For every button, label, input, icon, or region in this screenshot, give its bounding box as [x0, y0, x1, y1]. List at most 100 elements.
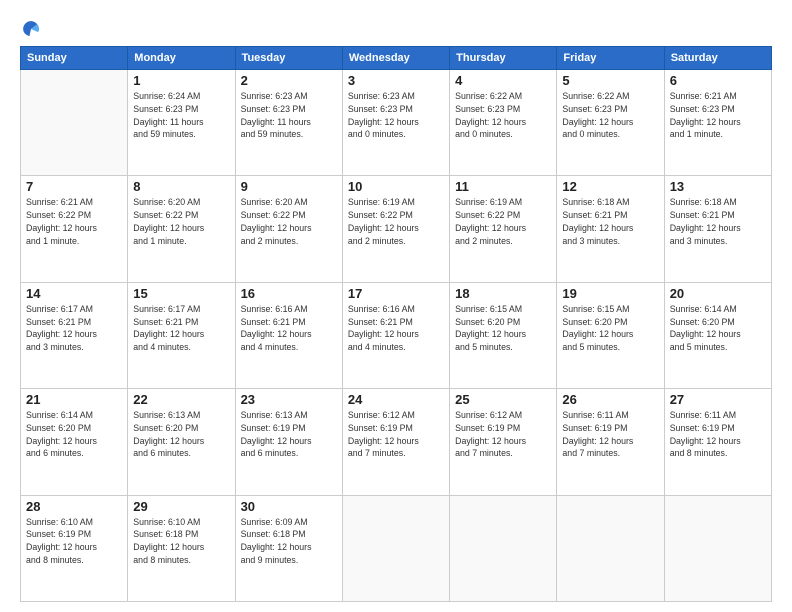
day-header-wednesday: Wednesday — [342, 47, 449, 70]
day-info: Sunrise: 6:22 AM Sunset: 6:23 PM Dayligh… — [562, 90, 658, 141]
day-info: Sunrise: 6:23 AM Sunset: 6:23 PM Dayligh… — [348, 90, 444, 141]
calendar-cell: 2 Sunrise: 6:23 AM Sunset: 6:23 PM Daylig… — [235, 70, 342, 176]
calendar-cell — [342, 495, 449, 601]
calendar-week-row: 1Sunrise: 6:24 AM Sunset: 6:23 PM Daylig… — [21, 70, 772, 176]
calendar-cell — [450, 495, 557, 601]
calendar-cell: 14Sunrise: 6:17 AM Sunset: 6:21 PM Dayli… — [21, 282, 128, 388]
day-header-sunday: Sunday — [21, 47, 128, 70]
calendar-cell: 12Sunrise: 6:18 AM Sunset: 6:21 PM Dayli… — [557, 176, 664, 282]
day-number: 24 — [348, 392, 444, 407]
day-info: Sunrise: 6:12 AM Sunset: 6:19 PM Dayligh… — [348, 409, 444, 460]
day-info: Sunrise: 6:16 AM Sunset: 6:21 PM Dayligh… — [241, 303, 337, 354]
calendar-week-row: 28 Sunrise: 6:10 AM Sunset: 6:19 PM Dayli… — [21, 495, 772, 601]
calendar-cell: 8Sunrise: 6:20 AM Sunset: 6:22 PM Daylig… — [128, 176, 235, 282]
day-number: 19 — [562, 286, 658, 301]
day-info: Sunrise: 6:15 AM Sunset: 6:20 PM Dayligh… — [562, 303, 658, 354]
day-number: 15 — [133, 286, 229, 301]
calendar-cell: 5Sunrise: 6:22 AM Sunset: 6:23 PM Daylig… — [557, 70, 664, 176]
calendar-cell: 18 Sunrise: 6:15 AM Sunset: 6:20 PM Dayli… — [450, 282, 557, 388]
day-info: Sunrise: 6:10 AM Sunset: 6:19 PM Dayligh… — [26, 516, 122, 567]
day-info: Sunrise: 6:19 AM Sunset: 6:22 PM Dayligh… — [455, 196, 551, 247]
day-number: 25 — [455, 392, 551, 407]
day-info: Sunrise: 6:14 AM Sunset: 6:20 PM Dayligh… — [670, 303, 766, 354]
day-info: Sunrise: 6:15 AM Sunset: 6:20 PM Dayligh… — [455, 303, 551, 354]
day-number: 11 — [455, 179, 551, 194]
day-number: 6 — [670, 73, 766, 88]
calendar-cell: 24 Sunrise: 6:12 AM Sunset: 6:19 PM Dayli… — [342, 389, 449, 495]
day-info: Sunrise: 6:16 AM Sunset: 6:21 PM Dayligh… — [348, 303, 444, 354]
calendar: SundayMondayTuesdayWednesdayThursdayFrid… — [20, 46, 772, 602]
calendar-cell: 6 Sunrise: 6:21 AM Sunset: 6:23 PM Daylig… — [664, 70, 771, 176]
calendar-cell: 20 Sunrise: 6:14 AM Sunset: 6:20 PM Dayli… — [664, 282, 771, 388]
calendar-cell: 21 Sunrise: 6:14 AM Sunset: 6:20 PM Dayli… — [21, 389, 128, 495]
day-header-thursday: Thursday — [450, 47, 557, 70]
day-header-friday: Friday — [557, 47, 664, 70]
calendar-cell: 28 Sunrise: 6:10 AM Sunset: 6:19 PM Dayli… — [21, 495, 128, 601]
day-info: Sunrise: 6:21 AM Sunset: 6:22 PM Dayligh… — [26, 196, 122, 247]
page: SundayMondayTuesdayWednesdayThursdayFrid… — [0, 0, 792, 612]
calendar-cell: 3 Sunrise: 6:23 AM Sunset: 6:23 PM Daylig… — [342, 70, 449, 176]
calendar-cell: 30 Sunrise: 6:09 AM Sunset: 6:18 PM Dayli… — [235, 495, 342, 601]
day-info: Sunrise: 6:13 AM Sunset: 6:19 PM Dayligh… — [241, 409, 337, 460]
day-number: 14 — [26, 286, 122, 301]
day-number: 16 — [241, 286, 337, 301]
day-info: Sunrise: 6:18 AM Sunset: 6:21 PM Dayligh… — [670, 196, 766, 247]
calendar-cell: 22 Sunrise: 6:13 AM Sunset: 6:20 PM Dayli… — [128, 389, 235, 495]
day-number: 4 — [455, 73, 551, 88]
day-number: 3 — [348, 73, 444, 88]
calendar-cell: 13 Sunrise: 6:18 AM Sunset: 6:21 PM Dayli… — [664, 176, 771, 282]
day-number: 2 — [241, 73, 337, 88]
calendar-cell: 7 Sunrise: 6:21 AM Sunset: 6:22 PM Daylig… — [21, 176, 128, 282]
day-number: 28 — [26, 499, 122, 514]
day-header-saturday: Saturday — [664, 47, 771, 70]
calendar-cell: 27Sunrise: 6:11 AM Sunset: 6:19 PM Dayli… — [664, 389, 771, 495]
day-number: 20 — [670, 286, 766, 301]
calendar-cell: 19 Sunrise: 6:15 AM Sunset: 6:20 PM Dayli… — [557, 282, 664, 388]
day-info: Sunrise: 6:19 AM Sunset: 6:22 PM Dayligh… — [348, 196, 444, 247]
calendar-cell: 26 Sunrise: 6:11 AM Sunset: 6:19 PM Dayli… — [557, 389, 664, 495]
day-number: 22 — [133, 392, 229, 407]
day-header-tuesday: Tuesday — [235, 47, 342, 70]
day-number: 17 — [348, 286, 444, 301]
day-header-monday: Monday — [128, 47, 235, 70]
day-info: Sunrise: 6:10 AM Sunset: 6:18 PM Dayligh… — [133, 516, 229, 567]
calendar-cell: 17 Sunrise: 6:16 AM Sunset: 6:21 PM Dayli… — [342, 282, 449, 388]
day-number: 7 — [26, 179, 122, 194]
day-number: 13 — [670, 179, 766, 194]
day-info: Sunrise: 6:14 AM Sunset: 6:20 PM Dayligh… — [26, 409, 122, 460]
day-info: Sunrise: 6:21 AM Sunset: 6:23 PM Dayligh… — [670, 90, 766, 141]
day-info: Sunrise: 6:17 AM Sunset: 6:21 PM Dayligh… — [133, 303, 229, 354]
day-number: 30 — [241, 499, 337, 514]
day-info: Sunrise: 6:23 AM Sunset: 6:23 PM Dayligh… — [241, 90, 337, 141]
day-info: Sunrise: 6:12 AM Sunset: 6:19 PM Dayligh… — [455, 409, 551, 460]
calendar-week-row: 7 Sunrise: 6:21 AM Sunset: 6:22 PM Daylig… — [21, 176, 772, 282]
day-info: Sunrise: 6:11 AM Sunset: 6:19 PM Dayligh… — [562, 409, 658, 460]
calendar-cell — [664, 495, 771, 601]
day-number: 18 — [455, 286, 551, 301]
day-info: Sunrise: 6:09 AM Sunset: 6:18 PM Dayligh… — [241, 516, 337, 567]
calendar-week-row: 21 Sunrise: 6:14 AM Sunset: 6:20 PM Dayli… — [21, 389, 772, 495]
calendar-cell: 15 Sunrise: 6:17 AM Sunset: 6:21 PM Dayli… — [128, 282, 235, 388]
calendar-header-row: SundayMondayTuesdayWednesdayThursdayFrid… — [21, 47, 772, 70]
day-number: 29 — [133, 499, 229, 514]
day-info: Sunrise: 6:13 AM Sunset: 6:20 PM Dayligh… — [133, 409, 229, 460]
calendar-cell: 25 Sunrise: 6:12 AM Sunset: 6:19 PM Dayli… — [450, 389, 557, 495]
calendar-cell: 11 Sunrise: 6:19 AM Sunset: 6:22 PM Dayli… — [450, 176, 557, 282]
calendar-cell: 10 Sunrise: 6:19 AM Sunset: 6:22 PM Dayli… — [342, 176, 449, 282]
calendar-cell: 16 Sunrise: 6:16 AM Sunset: 6:21 PM Dayli… — [235, 282, 342, 388]
day-number: 23 — [241, 392, 337, 407]
day-info: Sunrise: 6:18 AM Sunset: 6:21 PM Dayligh… — [562, 196, 658, 247]
day-number: 26 — [562, 392, 658, 407]
calendar-week-row: 14 Sunrise: 6:17 AM Sunset: 6:21 PM Dayli… — [21, 282, 772, 388]
calendar-cell: 29 Sunrise: 6:10 AM Sunset: 6:18 PM Dayli… — [128, 495, 235, 601]
day-info: Sunrise: 6:11 AM Sunset: 6:19 PM Dayligh… — [670, 409, 766, 460]
calendar-cell — [21, 70, 128, 176]
day-number: 21 — [26, 392, 122, 407]
day-number: 9 — [241, 179, 337, 194]
day-number: 8 — [133, 179, 229, 194]
calendar-cell: 9 Sunrise: 6:20 AM Sunset: 6:22 PM Daylig… — [235, 176, 342, 282]
logo-icon — [20, 18, 42, 40]
day-info: Sunrise: 6:20 AM Sunset: 6:22 PM Dayligh… — [241, 196, 337, 247]
calendar-cell: 4Sunrise: 6:22 AM Sunset: 6:23 PM Daylig… — [450, 70, 557, 176]
day-number: 10 — [348, 179, 444, 194]
